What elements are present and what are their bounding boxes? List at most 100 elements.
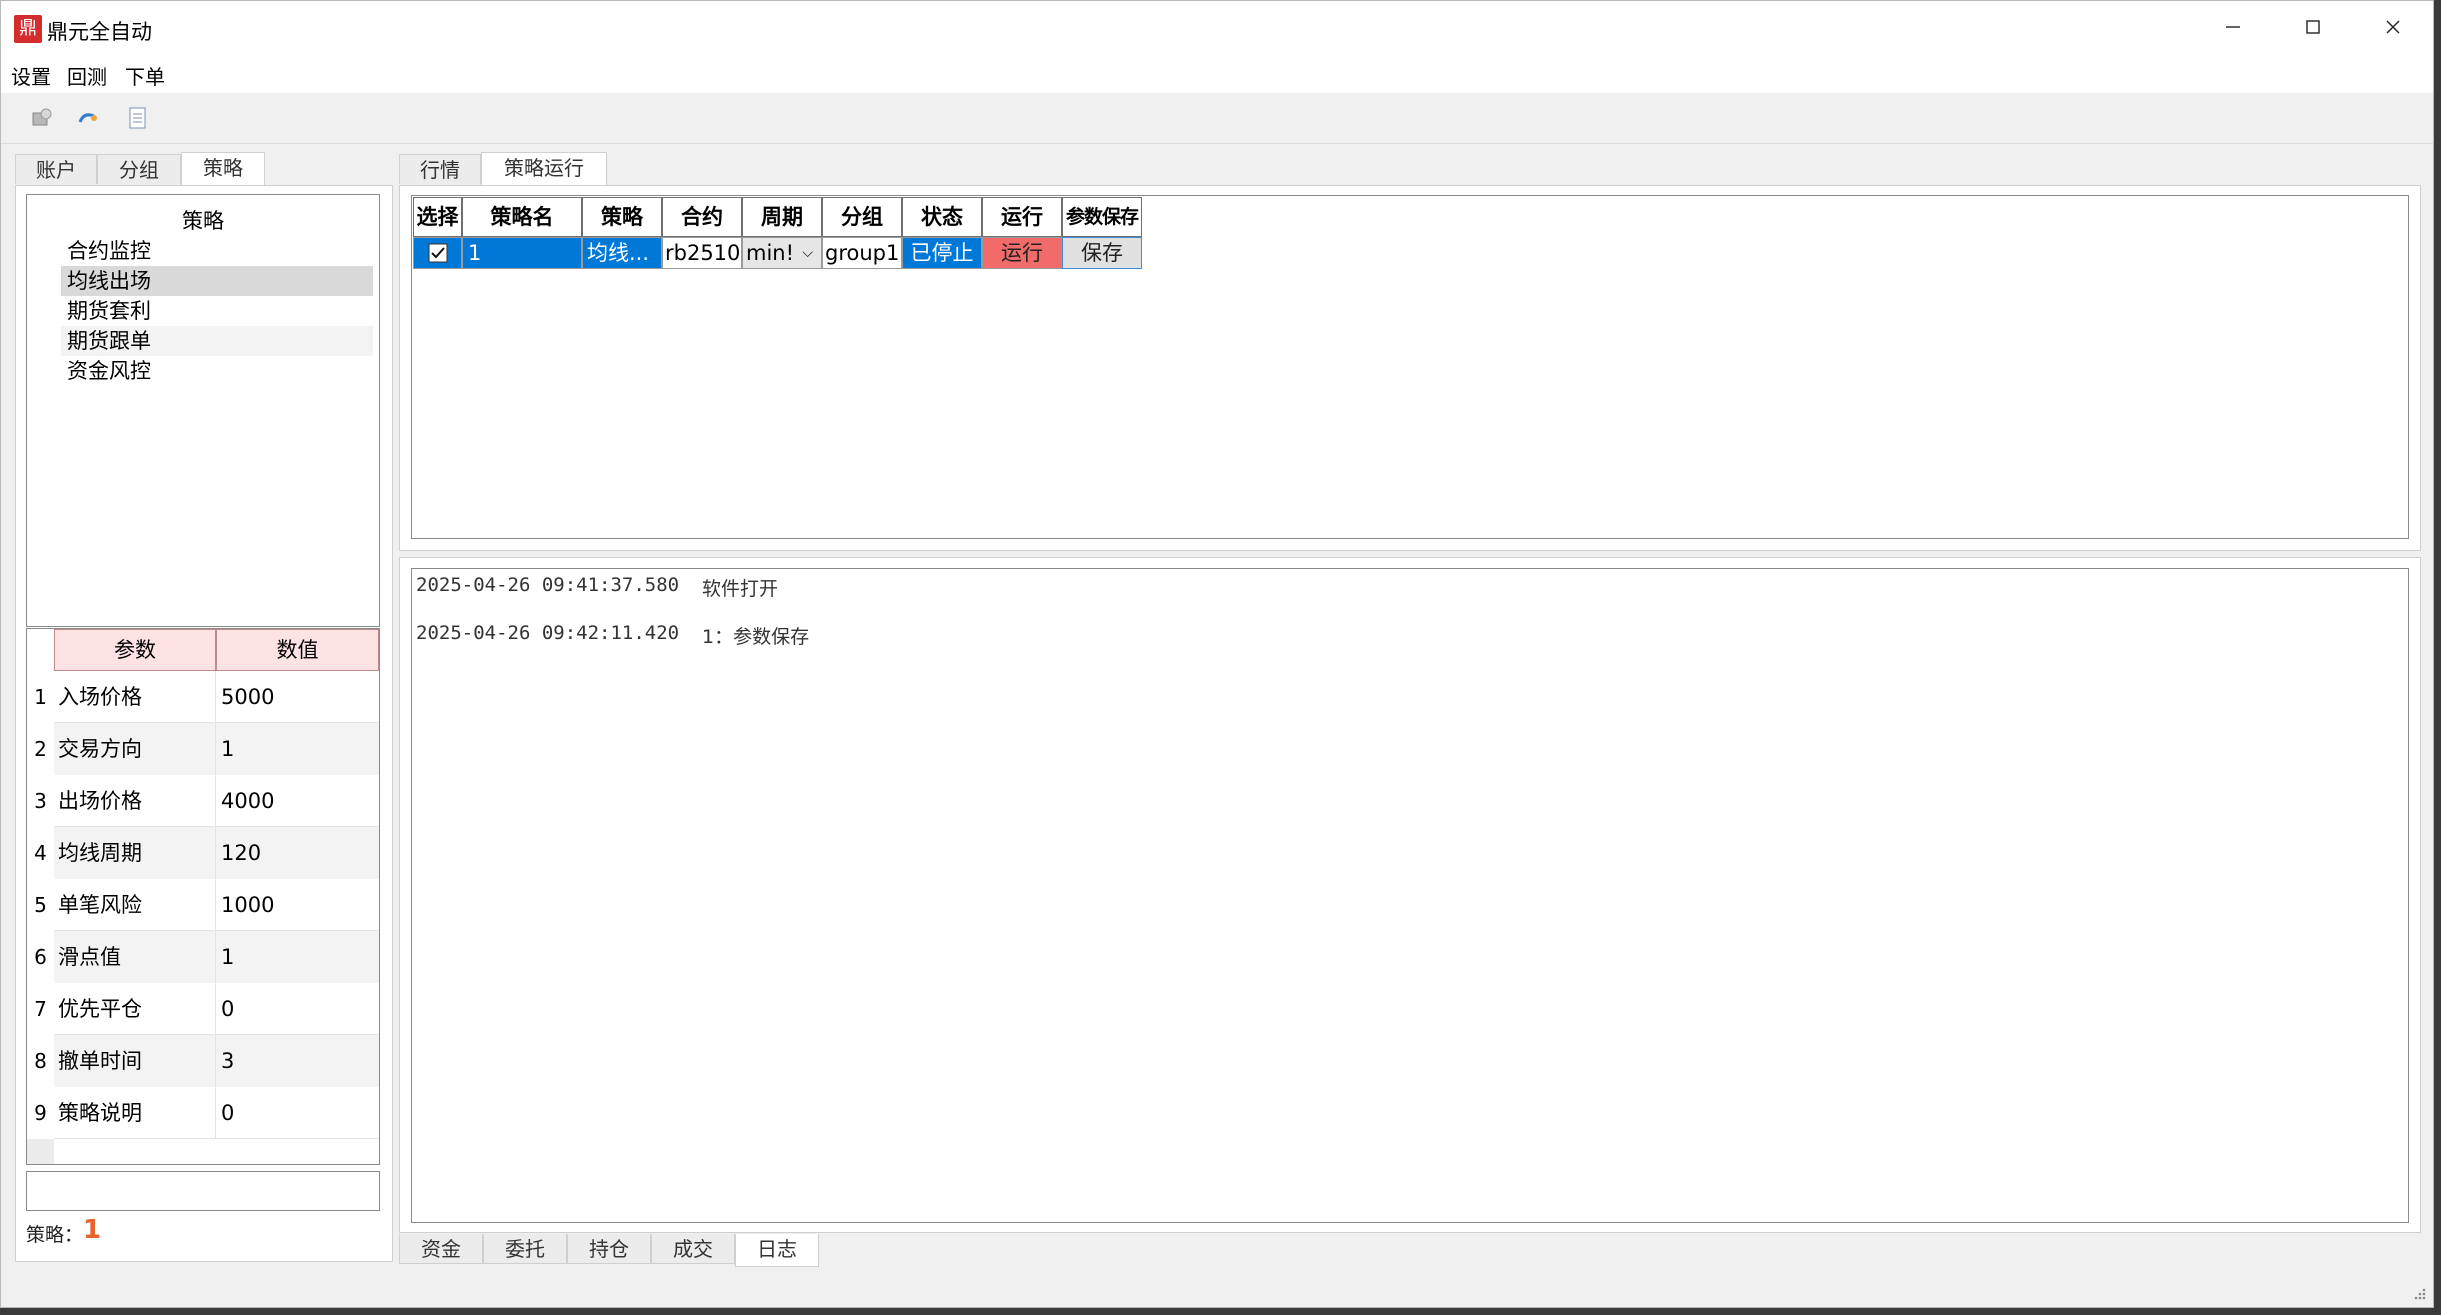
list-item[interactable]: 合约监控	[61, 236, 373, 266]
col-header-period[interactable]: 周期	[742, 197, 822, 237]
table-row: 7 优先平仓 0	[27, 983, 379, 1035]
title-bar: 鼎 鼎元全自动	[1, 1, 2433, 59]
app-logo-icon: 鼎	[14, 15, 42, 43]
table-row: 1 入场价格 5000	[27, 671, 379, 723]
tab-trades[interactable]: 成交	[651, 1234, 735, 1264]
new-row-marker	[27, 1139, 54, 1164]
tab-log[interactable]: 日志	[735, 1234, 819, 1267]
select-checkbox[interactable]	[413, 237, 462, 269]
cell-status[interactable]: 已停止	[902, 237, 982, 269]
table-row: 3 出场价格 4000	[27, 775, 379, 827]
strategy-list: 策略 合约监控 均线出场 期货套利 期货跟单 资金风控	[26, 194, 380, 627]
row-number: 6	[27, 931, 54, 983]
strategy-input[interactable]	[26, 1171, 380, 1211]
document-icon[interactable]	[121, 101, 155, 135]
main-window: 鼎 鼎元全自动 设置 回测 下单 账户 分组 策略 策略 合约监控 均线出场 期…	[0, 0, 2434, 1308]
param-name: 均线周期	[54, 827, 216, 879]
cell-name[interactable]: 1	[462, 237, 582, 269]
resize-grip-icon[interactable]	[2411, 1285, 2427, 1301]
row-number: 2	[27, 723, 54, 775]
menu-settings[interactable]: 设置	[9, 61, 53, 90]
param-header-value[interactable]: 数值	[216, 629, 379, 671]
table-row: 2 交易方向 1	[27, 723, 379, 775]
row-number: 3	[27, 775, 54, 827]
param-value[interactable]: 3	[216, 1035, 379, 1087]
col-header-run[interactable]: 运行	[982, 197, 1062, 237]
col-header-param-save[interactable]: 参数保存	[1062, 197, 1142, 237]
param-name: 单笔风险	[54, 879, 216, 931]
cell-group[interactable]: group1	[822, 237, 902, 269]
menu-order[interactable]: 下单	[123, 61, 167, 90]
list-item-selected[interactable]: 均线出场	[61, 266, 373, 296]
refresh-icon[interactable]	[71, 101, 105, 135]
param-value[interactable]: 0	[216, 1087, 379, 1139]
cell-contract[interactable]: rb2510	[662, 237, 742, 269]
tab-strategy[interactable]: 策略	[181, 152, 265, 185]
log-message: 1：参数保存	[702, 626, 810, 648]
tab-account[interactable]: 账户	[15, 154, 97, 184]
col-header-contract[interactable]: 合约	[662, 197, 742, 237]
list-item[interactable]: 期货套利	[61, 296, 373, 326]
cell-strategy[interactable]: 均线...	[582, 237, 662, 269]
maximize-icon[interactable]	[2273, 1, 2353, 59]
param-value[interactable]: 1000	[216, 879, 379, 931]
table-row: 6 滑点值 1	[27, 931, 379, 983]
param-value[interactable]: 1	[216, 723, 379, 775]
param-name: 出场价格	[54, 775, 216, 827]
tab-market[interactable]: 行情	[399, 154, 481, 184]
log-area[interactable]: 2025-04-26 09:41:37.580 软件打开 2025-04-26 …	[411, 568, 2409, 1223]
row-number: 4	[27, 827, 54, 879]
param-name: 入场价格	[54, 671, 216, 723]
param-name: 优先平仓	[54, 983, 216, 1035]
table-row: 8 撤单时间 3	[27, 1035, 379, 1087]
table-row: 4 均线周期 120	[27, 827, 379, 879]
col-header-group[interactable]: 分组	[822, 197, 902, 237]
row-number: 5	[27, 879, 54, 931]
tab-group[interactable]: 分组	[97, 154, 181, 184]
param-name: 滑点值	[54, 931, 216, 983]
tab-positions[interactable]: 持仓	[567, 1234, 651, 1264]
connect-icon[interactable]	[25, 101, 59, 135]
strategy-list-header: 策略	[182, 209, 224, 233]
table-row: 9 策略说明 0	[27, 1087, 379, 1139]
save-button[interactable]: 保存	[1062, 237, 1142, 269]
tab-orders[interactable]: 委托	[483, 1234, 567, 1264]
list-item[interactable]: 资金风控	[61, 356, 373, 386]
log-message: 软件打开	[702, 578, 779, 600]
col-header-strategy[interactable]: 策略	[582, 197, 662, 237]
col-header-name[interactable]: 策略名	[462, 197, 582, 237]
tab-strategy-run[interactable]: 策略运行	[481, 152, 607, 185]
col-header-select[interactable]: 选择	[413, 197, 462, 237]
menu-backtest[interactable]: 回测	[65, 61, 109, 90]
period-select[interactable]: min! ⌵	[742, 237, 822, 269]
strategy-run-grid: 选择 策略名 策略 合约 周期 分组 状态 运行 参数保存 1 均线... rb…	[411, 195, 2409, 539]
param-value[interactable]: 0	[216, 983, 379, 1035]
row-number: 7	[27, 983, 54, 1035]
row-number: 1	[27, 671, 54, 723]
toolbar	[1, 93, 2433, 144]
minimize-icon[interactable]	[2193, 1, 2273, 59]
list-item[interactable]: 期货跟单	[61, 326, 373, 356]
param-value[interactable]: 1	[216, 931, 379, 983]
param-value[interactable]: 5000	[216, 671, 379, 723]
table-row: 5 单笔风险 1000	[27, 879, 379, 931]
right-tabstrip: 行情 策略运行	[399, 152, 799, 186]
param-value[interactable]: 4000	[216, 775, 379, 827]
param-name: 策略说明	[54, 1087, 216, 1139]
close-icon[interactable]	[2353, 1, 2433, 59]
param-header-name[interactable]: 参数	[54, 629, 216, 671]
left-tabstrip: 账户 分组 策略	[15, 152, 395, 186]
status-count: 1	[83, 1215, 102, 1245]
param-name: 撤单时间	[54, 1035, 216, 1087]
bottom-tabstrip: 资金 委托 持仓 成交 日志	[399, 1234, 839, 1267]
param-value[interactable]: 120	[216, 827, 379, 879]
col-header-status[interactable]: 状态	[902, 197, 982, 237]
chevron-down-icon: ⌵	[802, 245, 813, 261]
period-value: min!	[746, 241, 795, 265]
row-number: 9	[27, 1087, 54, 1139]
run-button[interactable]: 运行	[982, 237, 1062, 269]
status-label: 策略：	[26, 1224, 84, 1246]
log-time: 2025-04-26 09:42:11.420	[416, 622, 680, 644]
window-title: 鼎元全自动	[47, 20, 152, 44]
tab-funds[interactable]: 资金	[399, 1234, 483, 1264]
